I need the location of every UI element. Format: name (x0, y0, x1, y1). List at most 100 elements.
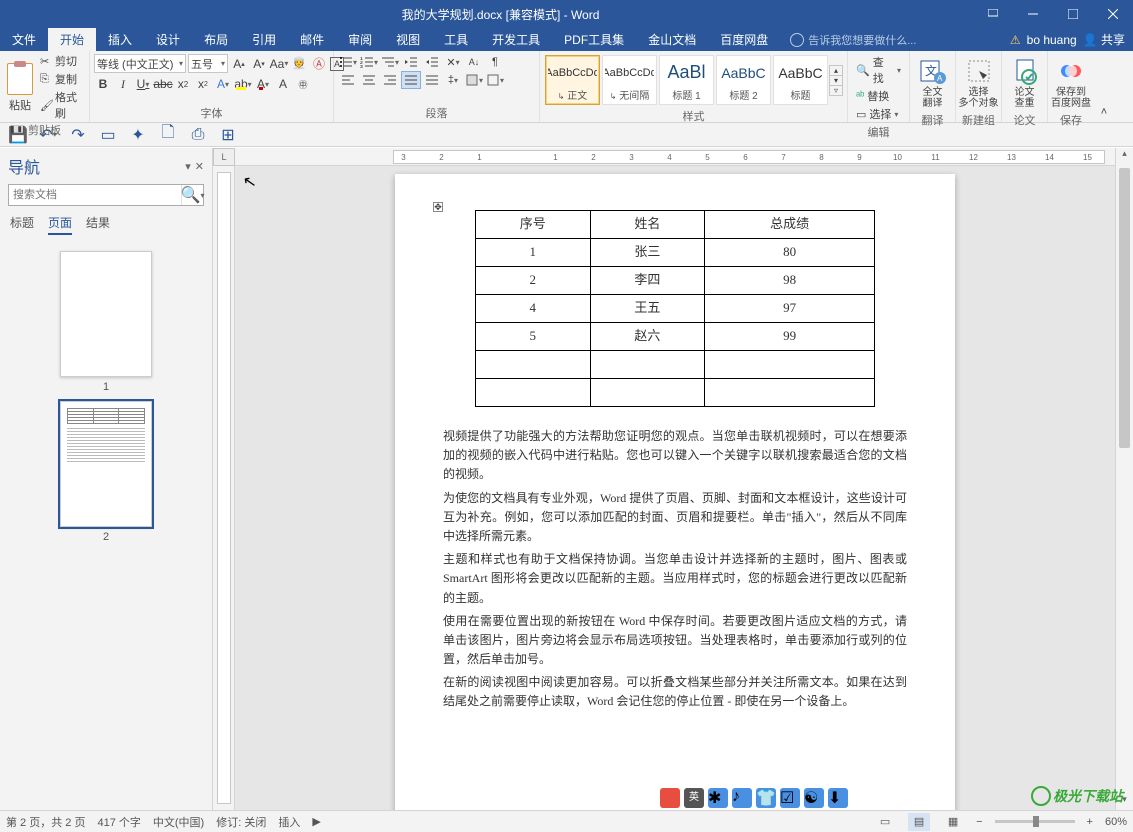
multilevel-list-button[interactable]: ▾ (380, 53, 400, 71)
style-heading2[interactable]: AaBbC标题 2 (716, 55, 771, 105)
table-cell[interactable]: 5 (476, 323, 591, 351)
font-name-combo[interactable]: 等线 (中文正文)▾ (94, 54, 186, 73)
nav-dropdown-icon[interactable]: ▾ (185, 160, 191, 173)
nav-search[interactable]: 🔍▾ (8, 184, 204, 206)
share-button[interactable]: 👤 共享 (1083, 31, 1125, 48)
tab-tools[interactable]: 工具 (432, 28, 480, 51)
page-thumb-2[interactable] (60, 401, 152, 527)
tab-view[interactable]: 视图 (384, 28, 432, 51)
tab-pdf[interactable]: PDF工具集 (552, 28, 636, 51)
table-cell[interactable]: 97 (705, 295, 875, 323)
body-paragraph[interactable]: 为使您的文档具有专业外观，Word 提供了页眉、页脚、封面和文本框设计，这些设计… (443, 489, 907, 547)
body-paragraph[interactable]: 在新的阅读视图中阅读更加容易。可以折叠文档某些部分并关注所需文本。如果在达到结尾… (443, 673, 907, 711)
phonetic-guide-button[interactable]: 👳 (290, 55, 308, 73)
search-input[interactable] (9, 185, 181, 205)
line-spacing-button[interactable]: ‡▾ (443, 71, 463, 89)
table-cell[interactable] (590, 379, 705, 407)
document-table[interactable]: 序号姓名总成绩 1张三802李四984王五975赵六99 (475, 210, 875, 407)
replace-button[interactable]: ᵃᵇ替换 (852, 87, 893, 105)
tab-jinshan[interactable]: 金山文档 (636, 28, 708, 51)
close-button[interactable] (1093, 0, 1133, 28)
vertical-scrollbar[interactable]: ▴ ▾ (1115, 148, 1133, 810)
align-justify-button[interactable] (401, 71, 421, 89)
table-cell[interactable] (705, 351, 875, 379)
tab-file[interactable]: 文件 (0, 28, 48, 51)
table-cell[interactable] (590, 351, 705, 379)
tab-insert[interactable]: 插入 (96, 28, 144, 51)
decrease-indent-button[interactable] (401, 53, 421, 71)
asian-break-button[interactable]: ✕▾ (443, 53, 463, 71)
table-cell[interactable]: 张三 (590, 239, 705, 267)
align-center-button[interactable] (359, 71, 379, 89)
numbering-button[interactable]: 123▾ (359, 53, 379, 71)
page-thumb-1[interactable] (60, 251, 152, 377)
tab-review[interactable]: 审阅 (336, 28, 384, 51)
align-left-button[interactable] (338, 71, 358, 89)
zoom-out-button[interactable]: − (976, 816, 982, 828)
table-header-cell[interactable]: 序号 (476, 211, 591, 239)
table-cell[interactable]: 2 (476, 267, 591, 295)
tab-home[interactable]: 开始 (48, 28, 96, 51)
body-paragraph[interactable]: 主题和样式也有助于文档保持协调。当您单击设计并选择新的主题时，图片、图表或 Sm… (443, 550, 907, 608)
find-button[interactable]: 🔍查找▾ (852, 53, 905, 87)
select-button[interactable]: ▭选择▾ (852, 105, 902, 123)
font-color-button[interactable]: A▾ (254, 75, 272, 93)
char-border-button[interactable]: ㊥ (294, 75, 312, 93)
align-distributed-button[interactable] (422, 71, 442, 89)
table-cell[interactable]: 王五 (590, 295, 705, 323)
change-case-button[interactable]: Aa▾ (270, 55, 288, 73)
tab-design[interactable]: 设计 (144, 28, 192, 51)
table-cell[interactable] (476, 379, 591, 407)
minimize-button[interactable] (1013, 0, 1053, 28)
tab-layout[interactable]: 布局 (192, 28, 240, 51)
grow-font-button[interactable]: A▴ (230, 55, 248, 73)
qat-icon-1[interactable]: ▭ (100, 127, 116, 143)
underline-button[interactable]: U▾ (134, 75, 152, 93)
translate-button[interactable]: 文A 全文翻译 翻译 (910, 51, 956, 122)
clear-formatting-button[interactable]: Ⓐ (310, 55, 328, 73)
table-move-handle[interactable]: ✥ (433, 202, 443, 212)
cut-button[interactable]: ✂剪切 (40, 53, 85, 69)
table-header-cell[interactable]: 总成绩 (705, 211, 875, 239)
status-words[interactable]: 417 个字 (97, 814, 140, 830)
text-effects-button[interactable]: A▾ (214, 75, 232, 93)
bullets-button[interactable]: ▾ (338, 53, 358, 71)
qat-icon-2[interactable]: ✦ (130, 127, 146, 143)
dedup-button[interactable]: 论文查重 论文 (1002, 51, 1048, 122)
table-cell[interactable]: 4 (476, 295, 591, 323)
document-canvas[interactable]: ✥ 序号姓名总成绩 1张三802李四984王五975赵六99 视频提供了功能强大… (235, 166, 1115, 810)
qat-icon-5[interactable]: ⊞ (220, 127, 236, 143)
zoom-in-button[interactable]: + (1087, 816, 1093, 828)
table-cell[interactable]: 98 (705, 267, 875, 295)
account-area[interactable]: ⚠ bo huang 👤 共享 (1002, 28, 1133, 51)
style-no-spacing[interactable]: AaBbCcDd↳ 无间隔 (602, 55, 657, 105)
sort-button[interactable]: A↓ (464, 53, 484, 71)
increase-indent-button[interactable] (422, 53, 442, 71)
baidu-save-button[interactable]: 保存到百度网盘 保存 (1048, 51, 1094, 122)
navtab-results[interactable]: 结果 (86, 214, 110, 235)
body-paragraph[interactable]: 使用在需要位置出现的新按钮在 Word 中保存时间。若要更改图片适应文档的方式，… (443, 612, 907, 670)
zoom-slider[interactable] (995, 820, 1075, 823)
strikethrough-button[interactable]: abc (154, 75, 172, 93)
table-cell[interactable] (476, 351, 591, 379)
status-macro-icon[interactable]: ▶ (312, 815, 320, 828)
status-insert[interactable]: 插入 (278, 814, 300, 830)
borders-button[interactable]: ▾ (485, 71, 505, 89)
style-title[interactable]: AaBbC标题 (773, 55, 828, 105)
tab-mailings[interactable]: 邮件 (288, 28, 336, 51)
align-right-button[interactable] (380, 71, 400, 89)
status-track[interactable]: 修订: 关闭 (216, 814, 266, 830)
table-cell[interactable]: 1 (476, 239, 591, 267)
shrink-font-button[interactable]: A▾ (250, 55, 268, 73)
italic-button[interactable]: I (114, 75, 132, 93)
tab-devtools[interactable]: 开发工具 (480, 28, 552, 51)
shading-button[interactable]: ▾ (464, 71, 484, 89)
paste-button[interactable]: 粘贴 (4, 60, 36, 114)
navtab-headings[interactable]: 标题 (10, 214, 34, 235)
subscript-button[interactable]: x2 (174, 75, 192, 93)
status-page[interactable]: 第 2 页，共 2 页 (6, 814, 85, 830)
scroll-up-icon[interactable]: ▴ (1116, 148, 1133, 164)
view-print-icon[interactable]: ▤ (908, 813, 930, 831)
tab-baidu[interactable]: 百度网盘 (708, 28, 780, 51)
scroll-thumb[interactable] (1119, 168, 1130, 448)
